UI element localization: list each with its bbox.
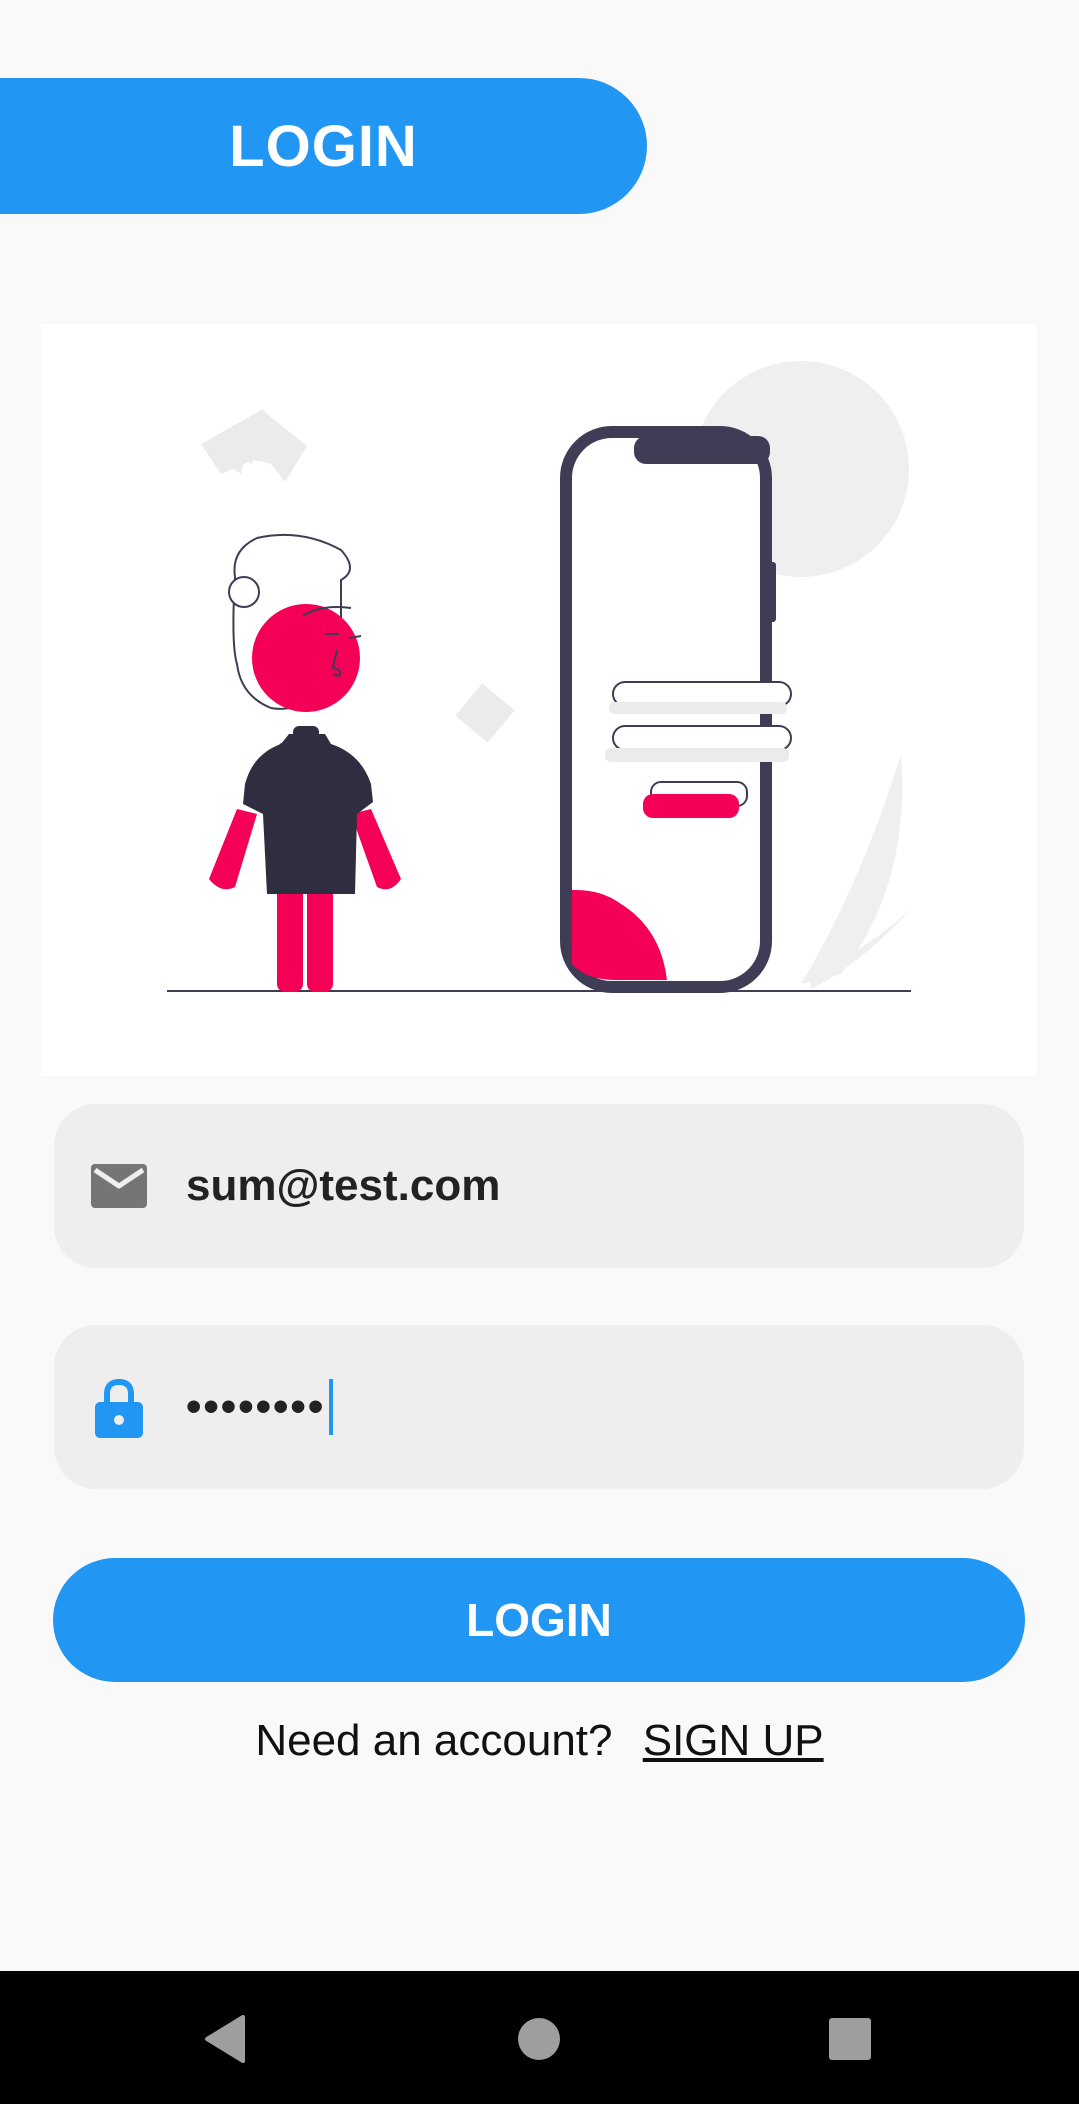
- system-navigation-bar: [0, 1971, 1079, 2104]
- text-cursor: [329, 1379, 334, 1435]
- email-field[interactable]: sum@test.com: [54, 1104, 1024, 1268]
- phone-input-line: [612, 725, 792, 751]
- login-button-label: LOGIN: [466, 1594, 612, 1646]
- home-circle-icon[interactable]: [499, 1999, 579, 2079]
- person-torso: [243, 734, 373, 894]
- password-dots: ••••••••: [186, 1382, 326, 1431]
- person-with-phone-illustration: [167, 361, 911, 993]
- person-face: [252, 604, 360, 712]
- back-triangle-icon[interactable]: [185, 1999, 265, 2079]
- person-neck: [293, 726, 319, 746]
- password-input[interactable]: ••••••••: [186, 1379, 334, 1435]
- signup-prompt-row: Need an account? SIGN UP: [0, 1716, 1079, 1766]
- decor-shape: [217, 409, 307, 482]
- phone-input-shadow: [605, 748, 789, 762]
- recents-square-icon[interactable]: [810, 1999, 890, 2079]
- signup-link[interactable]: SIGN UP: [643, 1716, 824, 1765]
- header-banner: LOGIN: [0, 78, 647, 214]
- signup-prompt: Need an account?: [255, 1716, 613, 1765]
- person-bun: [228, 576, 260, 608]
- decor-diamond: [455, 683, 515, 743]
- phone-button: [643, 794, 739, 818]
- phone-input-shadow: [609, 702, 787, 714]
- email-input[interactable]: sum@test.com: [186, 1161, 500, 1211]
- person-arm: [351, 809, 401, 890]
- person-arm: [209, 809, 257, 890]
- phone-side-button: [768, 562, 776, 622]
- phone-notch: [634, 436, 770, 464]
- page-title: LOGIN: [229, 113, 418, 179]
- password-field[interactable]: ••••••••: [54, 1325, 1024, 1489]
- login-button[interactable]: LOGIN: [53, 1558, 1025, 1682]
- mail-icon: [90, 1157, 148, 1215]
- decor-leaf: [801, 754, 903, 984]
- lock-icon: [90, 1378, 148, 1438]
- login-illustration: [41, 324, 1037, 1076]
